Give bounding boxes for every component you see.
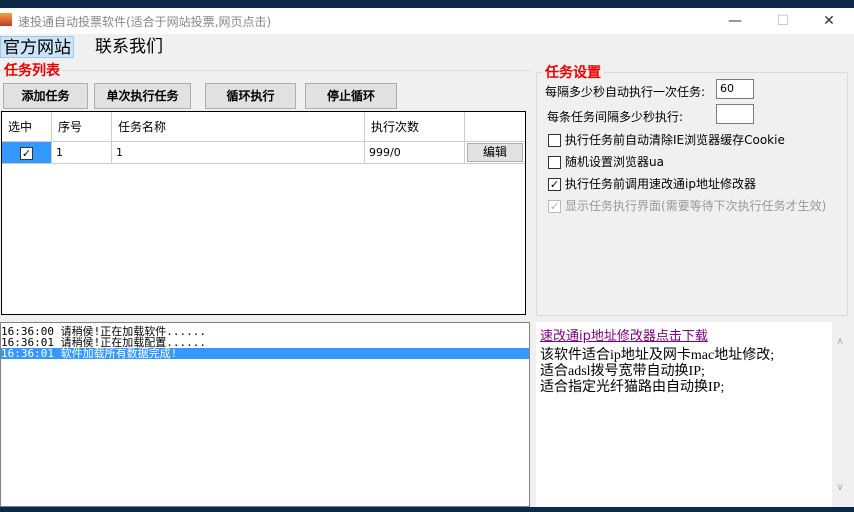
desktop-band bbox=[0, 507, 854, 512]
minimize-button[interactable]: — bbox=[715, 10, 755, 32]
task-table: 选中 序号 任务名称 执行次数 ✓ 1 1 999/0 编辑 bbox=[1, 111, 526, 315]
interval-label: 每隔多少秒自动执行一次任务: bbox=[545, 85, 706, 99]
close-button[interactable]: ✕ bbox=[809, 10, 849, 32]
scroll-down-icon[interactable]: ∨ bbox=[832, 482, 848, 493]
col-select: 选中 bbox=[2, 112, 52, 142]
task-settings-label: 任务设置 bbox=[543, 62, 603, 82]
loop-run-button[interactable]: 循环执行 bbox=[205, 83, 296, 109]
option-call-ip-changer[interactable]: ✓ 执行任务前调用速改通ip地址修改器 bbox=[548, 175, 756, 192]
desktop-band bbox=[0, 0, 854, 8]
option-label: 显示任务执行界面(需要等待下次执行任务才生效) bbox=[565, 199, 827, 213]
task-gap-label: 每条任务间隔多少秒执行: bbox=[547, 110, 684, 124]
info-line: 适合指定光纤猫路由自动换IP; bbox=[540, 380, 725, 395]
info-panel: 速改通ip地址修改器点击下载 该软件适合ip地址及网卡mac地址修改; 适合ad… bbox=[536, 322, 848, 507]
log-list[interactable]: 16:36:00 请稍侯!正在加载软件...... 16:36:01 请稍侯!正… bbox=[0, 322, 530, 507]
window-title: 速投通自动投票软件(适合于网站投票,网页点击) bbox=[18, 15, 272, 29]
row-checkbox[interactable]: ✓ bbox=[20, 146, 33, 160]
option-label: 随机设置浏览器ua bbox=[565, 155, 664, 169]
row-name: 1 bbox=[112, 142, 365, 164]
info-line: 适合adsl拨号宽带自动换IP; bbox=[540, 364, 705, 379]
checkbox: ✓ bbox=[548, 200, 561, 213]
table-row-select[interactable]: ✓ bbox=[2, 142, 52, 164]
checkbox[interactable] bbox=[548, 134, 561, 147]
col-action bbox=[465, 112, 525, 142]
download-link[interactable]: 速改通ip地址修改器点击下载 bbox=[540, 325, 848, 344]
edit-button[interactable]: 编辑 bbox=[467, 143, 523, 162]
run-once-button[interactable]: 单次执行任务 bbox=[94, 83, 191, 109]
option-show-ui: ✓ 显示任务执行界面(需要等待下次执行任务才生效) bbox=[548, 197, 826, 214]
menu-official-site[interactable]: 官方网站 bbox=[0, 36, 74, 58]
row-index: 1 bbox=[52, 142, 112, 164]
scroll-up-icon[interactable]: ∧ bbox=[832, 336, 848, 347]
col-name: 任务名称 bbox=[112, 112, 365, 142]
log-entry-selected[interactable]: 16:36:01 软件加载所有数据完成! bbox=[1, 348, 529, 359]
checkbox[interactable] bbox=[548, 156, 561, 169]
checkbox[interactable]: ✓ bbox=[548, 178, 561, 191]
row-action-cell: 编辑 bbox=[465, 142, 525, 164]
add-task-button[interactable]: 添加任务 bbox=[3, 83, 88, 109]
option-clear-cookie[interactable]: 执行任务前自动清除IE浏览器缓存Cookie bbox=[548, 131, 785, 148]
interval-input[interactable]: 60 bbox=[716, 79, 754, 99]
app-icon bbox=[0, 13, 12, 26]
maximize-button[interactable]: ☐ bbox=[763, 10, 803, 32]
task-list-group-border bbox=[0, 70, 530, 71]
task-gap-input[interactable] bbox=[716, 104, 754, 124]
title-bar: 速投通自动投票软件(适合于网站投票,网页点击) — ☐ ✕ bbox=[0, 8, 854, 34]
option-label: 执行任务前调用速改通ip地址修改器 bbox=[565, 177, 756, 191]
stop-loop-button[interactable]: 停止循环 bbox=[305, 83, 397, 109]
menu-contact-us[interactable]: 联系我们 bbox=[93, 36, 165, 58]
option-label: 执行任务前自动清除IE浏览器缓存Cookie bbox=[565, 133, 785, 147]
col-count: 执行次数 bbox=[365, 112, 465, 142]
row-count: 999/0 bbox=[365, 142, 465, 164]
info-line: 该软件适合ip地址及网卡mac地址修改; bbox=[540, 348, 775, 363]
task-list-label: 任务列表 bbox=[2, 60, 62, 80]
option-random-ua[interactable]: 随机设置浏览器ua bbox=[548, 153, 664, 170]
col-index: 序号 bbox=[52, 112, 112, 142]
scrollbar[interactable]: ∧ ∨ bbox=[832, 322, 848, 507]
